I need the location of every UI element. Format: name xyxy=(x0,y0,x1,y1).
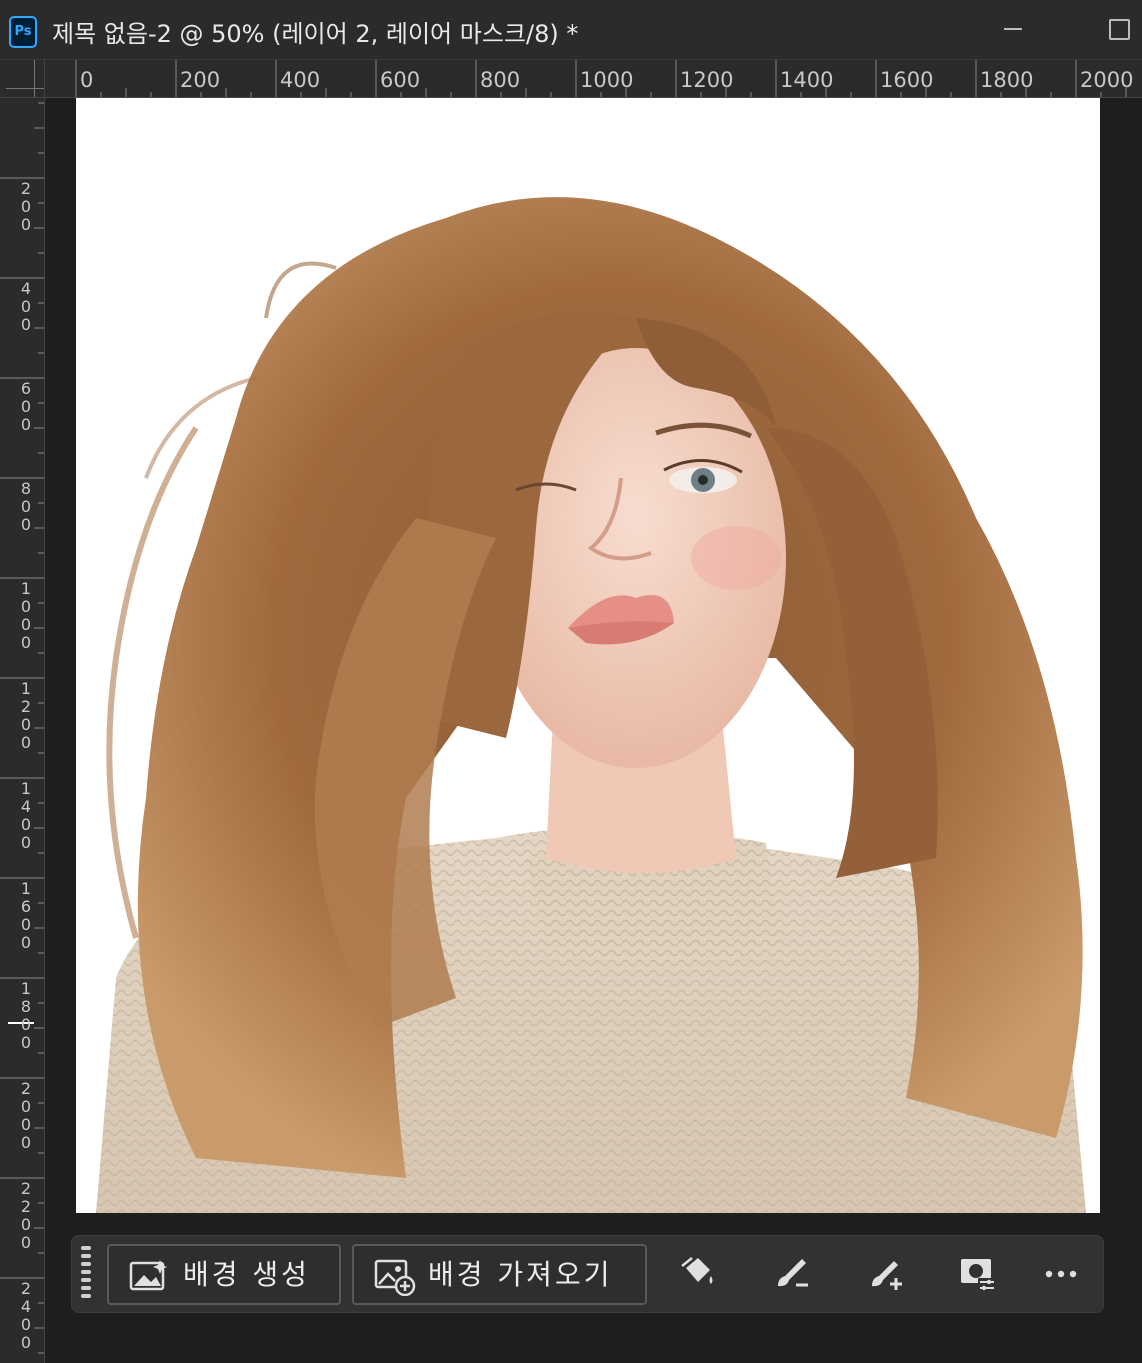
import-image-icon xyxy=(374,1259,416,1296)
ruler-h-label: 1600 xyxy=(880,68,934,92)
ruler-h-label: 800 xyxy=(480,68,521,92)
ruler-v-label: 600 xyxy=(20,379,32,434)
ruler-h-label: 0 xyxy=(80,68,94,92)
import-background-label: 배경 가져오기 xyxy=(428,1258,613,1291)
contextual-task-bar: 배경 생성 배경 가져오기 xyxy=(71,1235,1104,1313)
window-title-bar: Ps 제목 없음-2 @ 50% (레이어 2, 레이어 마스크/8) * xyxy=(0,0,1142,60)
photoshop-app-icon: Ps xyxy=(9,16,37,48)
ruler-h-label: 600 xyxy=(380,68,421,92)
ruler-v-label: 1800 xyxy=(20,979,32,1052)
generate-background-button[interactable]: 배경 생성 xyxy=(107,1244,341,1305)
ruler-v-label: 1200 xyxy=(20,679,32,752)
ruler-h-label: 200 xyxy=(180,68,221,92)
minimize-button[interactable] xyxy=(998,14,1028,44)
ruler-v-label: 1600 xyxy=(20,879,32,952)
subtract-brush-icon[interactable] xyxy=(772,1254,812,1294)
ruler-h-label: 400 xyxy=(280,68,321,92)
ruler-h-label: 2000 xyxy=(1080,68,1134,92)
ruler-h-label: 1400 xyxy=(780,68,834,92)
horizontal-ruler[interactable]: 0 200 400 600 800 1000 1200 1400 1600 1800 2000 xyxy=(45,60,1142,98)
mask-adjust-icon[interactable] xyxy=(958,1254,998,1294)
ruler-origin-corner[interactable] xyxy=(0,60,45,98)
ruler-v-label: 1400 xyxy=(20,779,32,852)
fill-mask-icon[interactable] xyxy=(678,1254,718,1294)
ruler-v-label: 2000 xyxy=(20,1079,32,1152)
ruler-v-label: 400 xyxy=(20,279,32,334)
drag-handle-icon[interactable] xyxy=(81,1246,93,1304)
ruler-h-label: 1200 xyxy=(680,68,734,92)
portrait-photo xyxy=(96,197,1086,1213)
add-brush-icon[interactable] xyxy=(866,1254,906,1294)
generate-background-label: 배경 생성 xyxy=(183,1258,310,1291)
ruler-h-label: 1800 xyxy=(980,68,1034,92)
ruler-v-label: 200 xyxy=(20,179,32,234)
maximize-button[interactable] xyxy=(1104,14,1134,44)
generate-image-icon xyxy=(129,1260,167,1291)
more-options-icon[interactable] xyxy=(1042,1254,1082,1294)
import-background-button[interactable]: 배경 가져오기 xyxy=(352,1244,647,1305)
ruler-v-label: 1000 xyxy=(20,579,32,652)
ruler-v-label: 800 xyxy=(20,479,32,534)
ruler-v-label: 2400 xyxy=(20,1279,32,1352)
document-canvas[interactable] xyxy=(76,98,1100,1213)
document-title: 제목 없음-2 @ 50% (레이어 2, 레이어 마스크/8) * xyxy=(52,20,579,48)
ruler-h-label: 1000 xyxy=(580,68,634,92)
ruler-v-label: 2200 xyxy=(20,1179,32,1252)
vertical-ruler[interactable]: 200 400 600 800 1000 1200 1400 1600 1800 2000 2200… xyxy=(0,98,45,1363)
